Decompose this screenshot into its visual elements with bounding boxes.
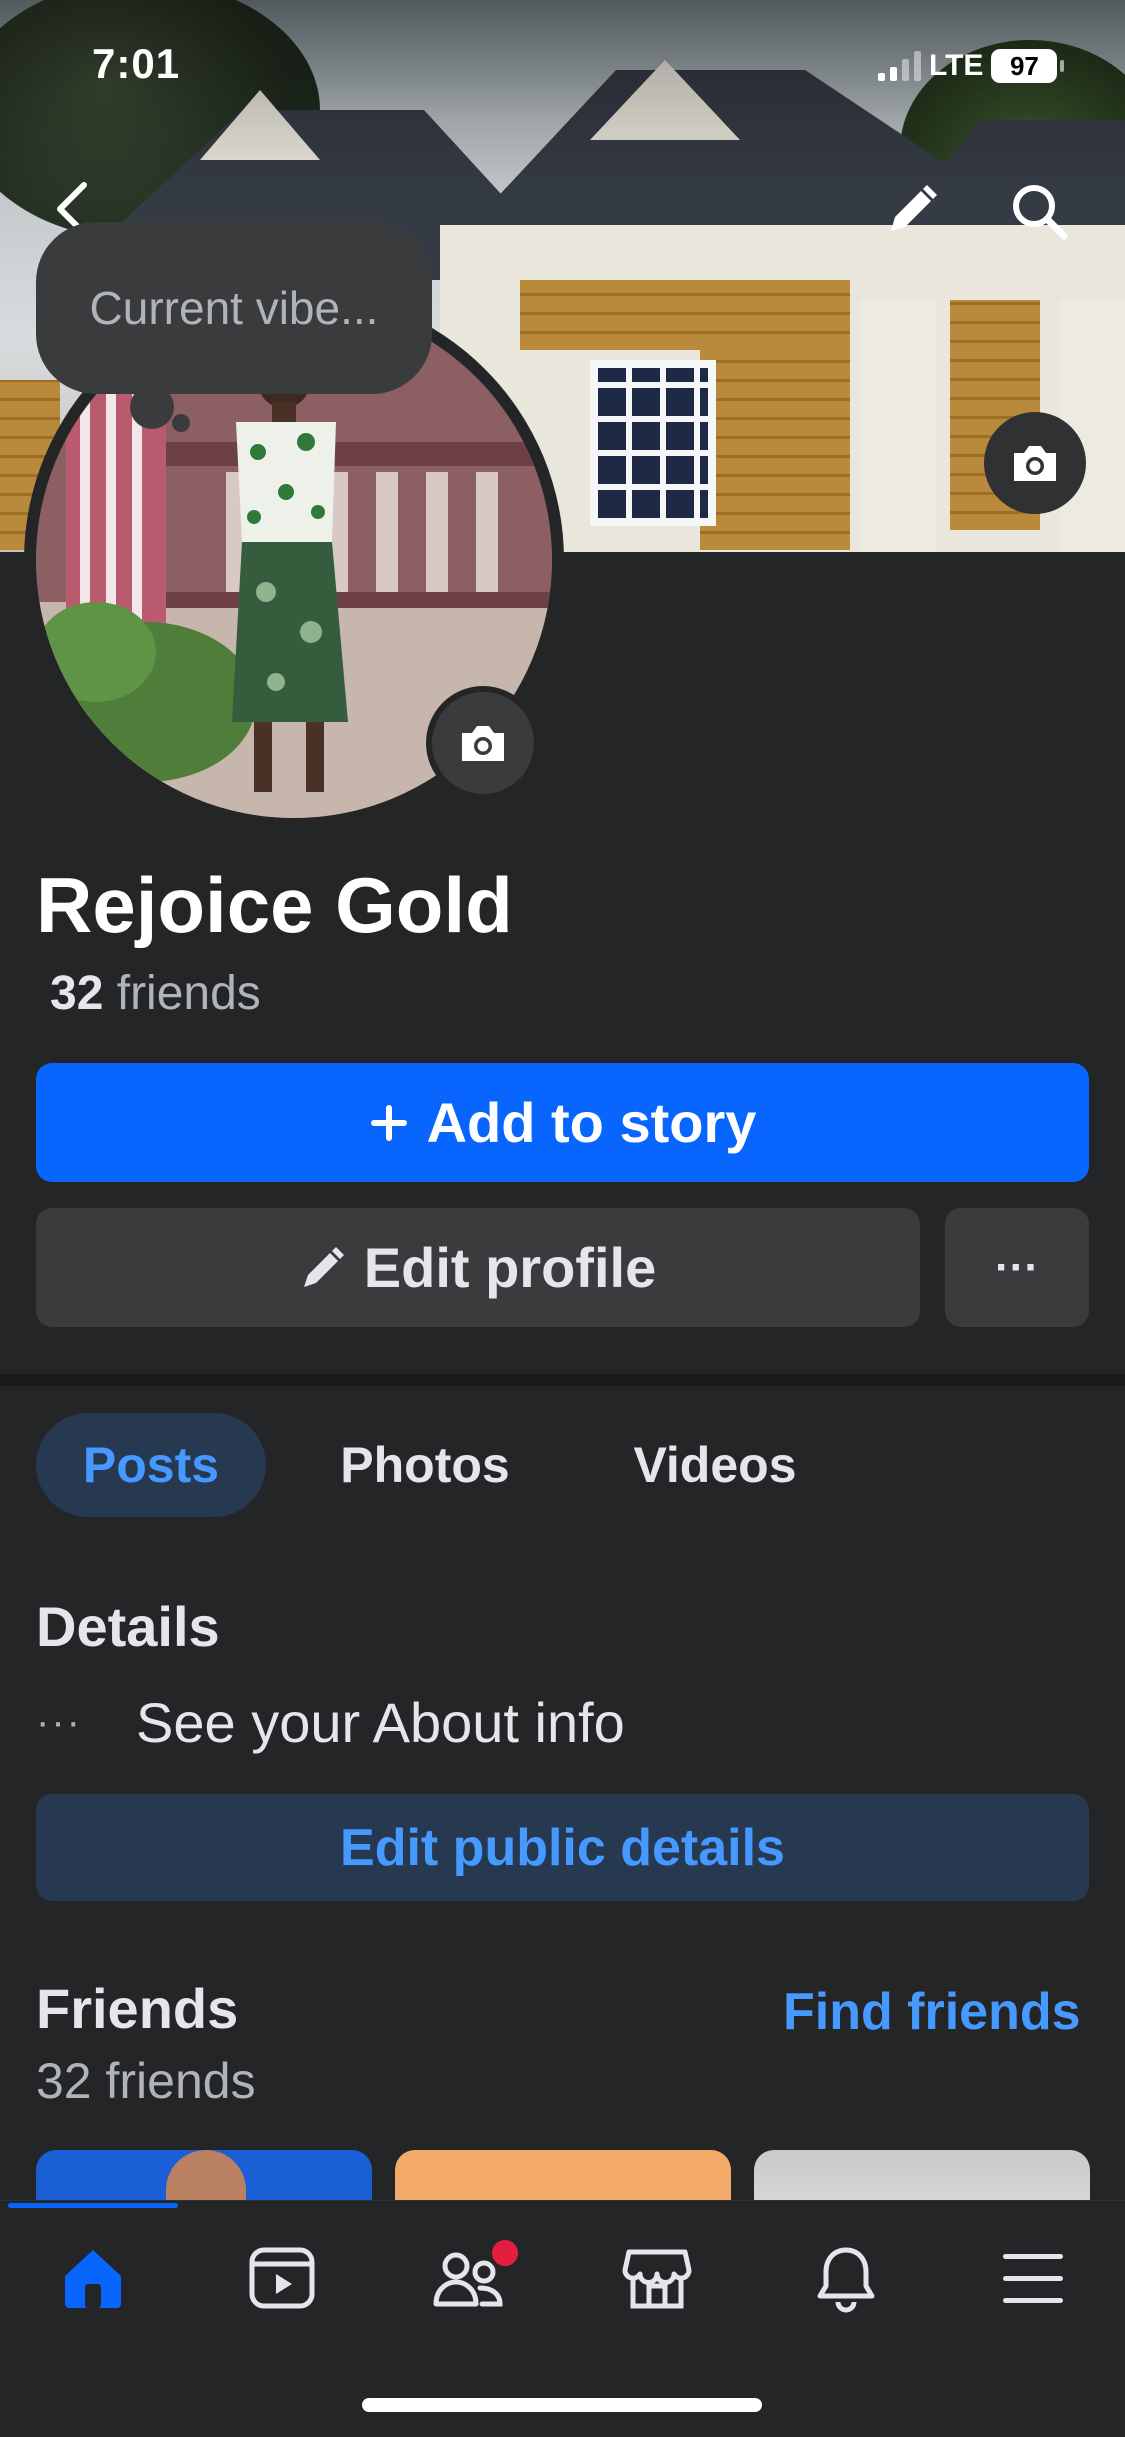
status-time: 7:01 <box>92 40 181 87</box>
video-icon <box>249 2247 315 2309</box>
current-vibe-bubble[interactable]: Current vibe... <box>36 222 432 394</box>
avatar-camera-button[interactable] <box>432 692 534 794</box>
active-tab-indicator <box>8 2203 178 2208</box>
tab-photos[interactable]: Photos <box>300 1413 550 1517</box>
notification-badge <box>488 2236 522 2270</box>
edit-cover-button[interactable] <box>876 176 946 246</box>
menu-icon <box>1003 2254 1063 2303</box>
vibe-bubble-tail <box>130 385 174 429</box>
edit-public-details-label: Edit public details <box>340 1818 785 1877</box>
more-options-button[interactable]: ··· <box>945 1208 1089 1327</box>
details-title: Details <box>36 1595 220 1658</box>
more-dots-icon: ··· <box>995 1242 1039 1292</box>
cover-camera-button[interactable] <box>984 412 1086 514</box>
bell-icon <box>817 2247 875 2313</box>
nav-notifications[interactable] <box>806 2238 886 2318</box>
edit-profile-label: Edit profile <box>363 1236 657 1299</box>
friends-number: 32 <box>50 967 104 1020</box>
edit-profile-button[interactable]: Edit profile <box>36 1208 920 1327</box>
tab-posts[interactable]: Posts <box>36 1413 266 1517</box>
about-info-text: See your About info <box>136 1691 625 1754</box>
camera-icon <box>1014 446 1056 481</box>
nav-menu[interactable] <box>993 2238 1073 2318</box>
vibe-bubble-tail <box>172 414 190 432</box>
camera-icon <box>462 726 504 761</box>
pencil-icon <box>891 185 937 231</box>
friends-word: friends <box>116 967 261 1020</box>
friends-count[interactable]: 32 friends <box>50 966 261 1021</box>
search-button[interactable] <box>1004 176 1074 246</box>
status-indicators: LTE 97 <box>878 46 1065 86</box>
nav-friends[interactable] <box>430 2236 522 2318</box>
search-icon <box>1013 185 1068 240</box>
tab-videos[interactable]: Videos <box>590 1413 840 1517</box>
find-friends-link[interactable]: Find friends <box>783 1982 1081 2042</box>
profile-name: Rejoice Gold <box>36 861 513 949</box>
add-to-story-button[interactable]: Add to story <box>36 1063 1089 1182</box>
nav-marketplace[interactable] <box>617 2238 697 2318</box>
plus-icon <box>370 1104 407 1141</box>
pencil-icon <box>303 1246 344 1287</box>
network-label: LTE <box>929 49 984 82</box>
nav-home[interactable] <box>53 2238 133 2318</box>
nav-video[interactable] <box>242 2238 322 2318</box>
home-indicator[interactable] <box>362 2398 762 2412</box>
signal-icon <box>878 51 921 81</box>
about-info-row[interactable]: ··· See your About info <box>36 1690 625 1755</box>
add-to-story-label: Add to story <box>426 1091 757 1154</box>
friends-title: Friends <box>36 1977 239 2040</box>
about-dots-icon: ··· <box>36 1700 82 1744</box>
edit-public-details-button[interactable]: Edit public details <box>36 1794 1089 1901</box>
marketplace-icon <box>622 2249 692 2309</box>
section-divider <box>0 1374 1125 1386</box>
battery-icon: 97 <box>991 49 1065 83</box>
friends-subtitle: 32 friends <box>36 2053 256 2109</box>
home-icon <box>65 2250 121 2308</box>
